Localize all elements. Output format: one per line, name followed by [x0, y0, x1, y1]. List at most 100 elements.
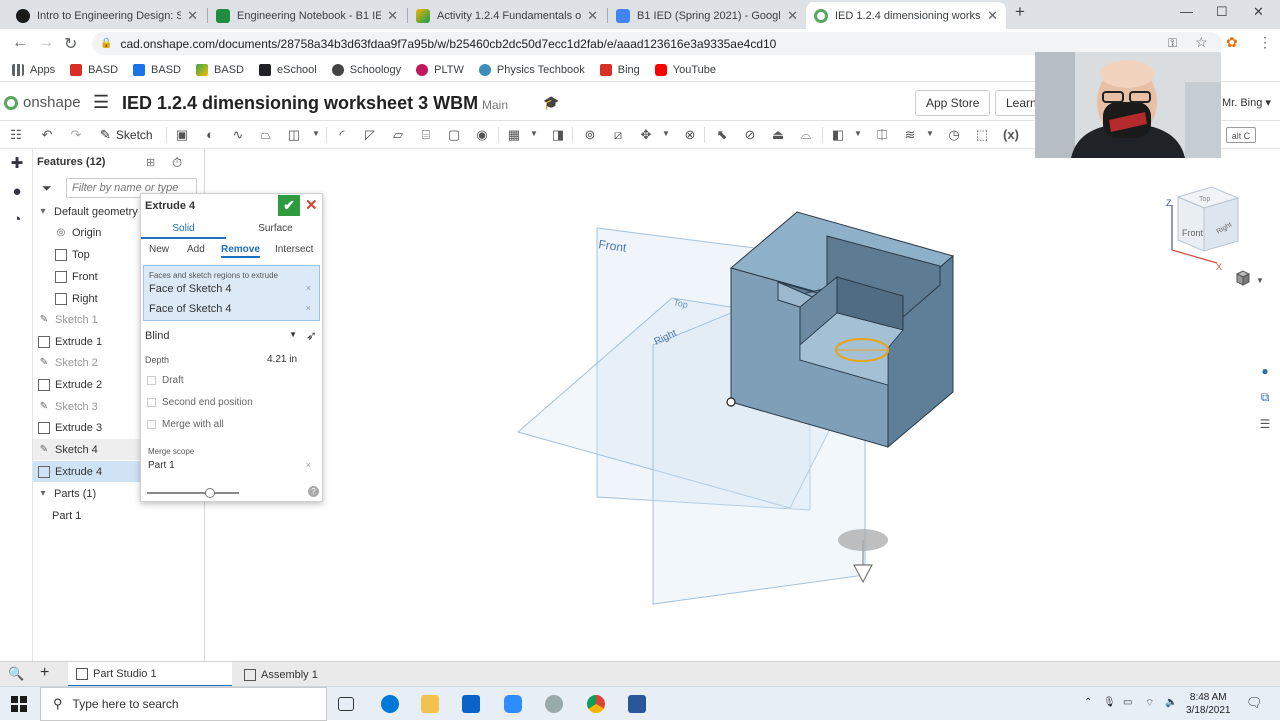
bookmark-basd[interactable]: BASD [70, 63, 118, 76]
redo-icon[interactable]: ↷ [68, 127, 84, 143]
add-folder-icon[interactable]: ⊞ [146, 156, 155, 169]
chevron-down-icon[interactable]: ▼ [662, 129, 670, 138]
close-window-icon[interactable]: ✕ [1253, 4, 1264, 20]
bookmark-pltw[interactable]: PLTW [416, 63, 464, 76]
branch-label[interactable]: Main [482, 98, 508, 112]
close-icon[interactable]: ✕ [987, 8, 998, 24]
browser-tab-active[interactable]: IED 1.2.4 dimensioning workshe ✕ [806, 2, 1006, 29]
bookmark-bing[interactable]: Bing [599, 63, 640, 76]
add-tab-icon[interactable]: + [40, 664, 49, 682]
view-cube[interactable]: Top Front Right Z X [1166, 186, 1240, 272]
bookmark-physics-techbook[interactable]: Physics Techbook [478, 63, 585, 76]
mass-properties-icon[interactable]: ⧉ [1256, 390, 1274, 408]
mirror-icon[interactable]: ◨ [550, 127, 566, 143]
insert-icon[interactable]: ✚ [8, 154, 26, 172]
bookmark-eschool[interactable]: eSchool [258, 63, 317, 76]
history-icon[interactable]: ◔ [8, 211, 26, 229]
pattern-icon[interactable]: ▦ [506, 127, 522, 143]
measure-icon[interactable]: ◷ [946, 127, 962, 143]
final-slider-track[interactable] [147, 492, 239, 494]
bookmark-star-icon[interactable]: ☆ [1195, 34, 1208, 51]
mail-icon[interactable] [462, 695, 480, 713]
sweep-icon[interactable]: ∿ [230, 127, 246, 143]
tab-solid[interactable]: Solid [141, 221, 226, 239]
final-slider-handle[interactable] [205, 488, 215, 498]
rollback-timer-icon[interactable]: ⏱ [172, 155, 182, 171]
extension-icon[interactable]: ✿ [1226, 34, 1238, 51]
operation-remove[interactable]: Remove [221, 244, 260, 258]
tab-assembly[interactable]: Assembly 1 [236, 662, 400, 687]
extrude-manipulator[interactable] [838, 529, 888, 551]
chevron-down-icon[interactable]: ▼ [530, 129, 538, 138]
feature-list-icon[interactable]: ☷ [8, 127, 24, 143]
delete-face-icon[interactable]: ⊘ [742, 127, 758, 143]
variable-icon[interactable]: (x) [1000, 127, 1022, 143]
bookmark-basd[interactable]: BASD [196, 63, 244, 76]
help-icon[interactable]: ? [308, 486, 319, 497]
flip-direction-icon[interactable]: ➶ [306, 328, 317, 344]
operation-intersect[interactable]: Intersect [275, 244, 313, 255]
draft-checkbox[interactable]: Draft [147, 375, 184, 386]
edge-icon[interactable] [381, 695, 399, 713]
taskbar-clock[interactable]: 8:48 AM 3/18/2021 [1186, 691, 1231, 717]
merge-with-all-checkbox[interactable]: Merge with all [147, 419, 224, 430]
thicken-icon[interactable]: ◫ [286, 127, 302, 143]
graduation-cap-icon[interactable]: 🎓 [543, 95, 559, 111]
bookmark-apps[interactable]: Apps [12, 63, 55, 76]
cancel-close-button[interactable]: ✕ [305, 196, 318, 214]
app-store-button[interactable]: App Store [915, 90, 991, 116]
bookmark-basd[interactable]: BASD [133, 63, 181, 76]
remove-icon[interactable]: × [306, 460, 311, 471]
word-icon[interactable] [628, 695, 646, 713]
appearance-icon[interactable]: ● [1256, 364, 1274, 382]
revolve-icon[interactable]: ◐ [202, 127, 218, 143]
maximize-icon[interactable]: ☐ [1216, 4, 1228, 20]
loft-icon[interactable]: ⏢ [258, 127, 274, 143]
chamfer-icon[interactable]: ◸ [362, 127, 378, 143]
battery-icon[interactable]: ▭ [1123, 697, 1132, 708]
split-icon[interactable]: ⧄ [610, 127, 626, 143]
region-item[interactable]: Face of Sketch 4 × [149, 283, 311, 295]
delete-part-icon[interactable]: ⊗ [682, 127, 698, 143]
forward-icon[interactable]: → [38, 34, 54, 52]
close-icon[interactable]: ✕ [587, 8, 598, 24]
move-face-icon[interactable]: ⬉ [714, 127, 730, 143]
taskbar-search-box[interactable]: ⚲ Type here to search [40, 687, 327, 721]
user-menu[interactable]: Mr. Bing ▾ [1222, 96, 1271, 109]
close-icon[interactable]: ✕ [387, 8, 398, 24]
boolean-icon[interactable]: ⊚ [582, 127, 598, 143]
bookmark-youtube[interactable]: YouTube [654, 63, 716, 76]
wifi-icon[interactable]: ⌔ [1145, 697, 1154, 710]
fillet-icon[interactable]: ◜ [334, 127, 350, 143]
reload-icon[interactable]: ↻ [64, 34, 77, 54]
key-icon[interactable]: ⚿ [1168, 36, 1177, 51]
frame-icon[interactable]: ≋ [902, 127, 918, 143]
sketch-button[interactable]: ✎ Sketch [100, 127, 153, 143]
origin-point-icon[interactable] [726, 397, 736, 407]
browser-tab[interactable]: B1 IED (Spring 2021) - Google D ✕ [608, 2, 806, 29]
filter-icon[interactable]: ⏷ [42, 181, 52, 196]
view-mode-icon[interactable]: ▼ [1235, 270, 1264, 286]
draft-icon[interactable]: ⏥ [390, 127, 406, 143]
remove-icon[interactable]: × [306, 303, 311, 315]
rib-icon[interactable]: ⌸ [418, 127, 434, 143]
bookmark-schoology[interactable]: Schoology [331, 63, 401, 76]
graphics-viewport[interactable]: Front Top Right Top Front Right Z X ▼ [205, 149, 1280, 661]
plane-icon[interactable]: ◧ [830, 127, 846, 143]
depth-input[interactable]: 4.21 in [267, 354, 297, 365]
onshape-logo[interactable]: onshape [4, 94, 81, 111]
chevron-down-icon[interactable]: ▼ [854, 129, 862, 138]
regions-selection-box[interactable]: Faces and sketch regions to extrude Face… [143, 265, 320, 321]
offset-surface-icon[interactable]: ⌓ [798, 127, 814, 143]
menu-dots-icon[interactable]: ⋮ [1258, 34, 1272, 51]
merge-scope-field[interactable]: Part 1 × [148, 460, 311, 471]
file-explorer-icon[interactable] [421, 695, 439, 713]
tray-chevron-icon[interactable]: ⌃ [1084, 697, 1092, 708]
end-type-select[interactable]: Blind ▼ [145, 330, 297, 342]
microphone-icon[interactable]: 🎙 [1103, 697, 1116, 708]
notifications-icon[interactable]: 🗨 [1246, 695, 1263, 711]
hamburger-menu-icon[interactable]: ☰ [93, 92, 109, 113]
browser-tab[interactable]: Activity 1.2.4 Fundamentals of D ✕ [408, 2, 606, 29]
replace-face-icon[interactable]: ⏏ [770, 127, 786, 143]
document-title[interactable]: IED 1.2.4 dimensioning worksheet 3 WBM [122, 93, 478, 114]
